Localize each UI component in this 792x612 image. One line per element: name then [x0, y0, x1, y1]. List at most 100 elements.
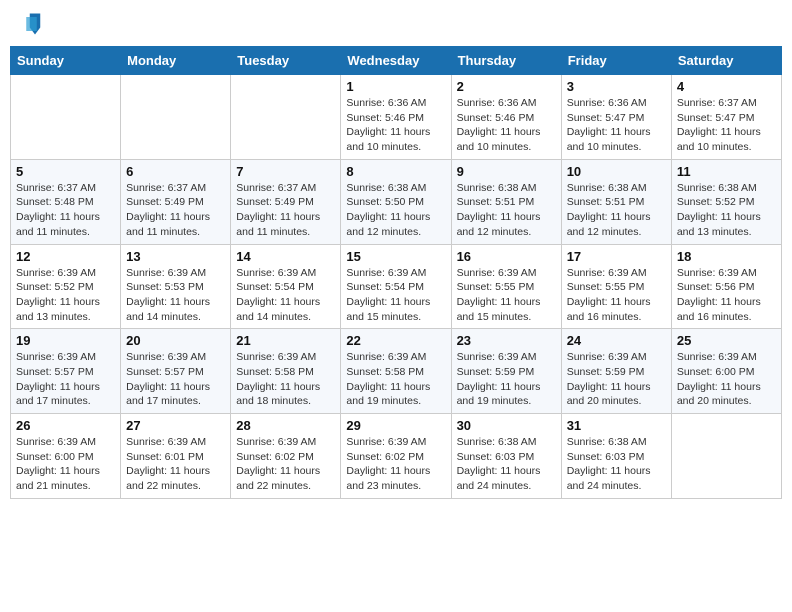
day-info: Sunrise: 6:39 AM Sunset: 5:57 PM Dayligh… — [16, 350, 115, 409]
day-number: 23 — [457, 333, 556, 348]
day-number: 14 — [236, 249, 335, 264]
day-number: 27 — [126, 418, 225, 433]
calendar-cell: 12 Sunrise: 6:39 AM Sunset: 5:52 PM Dayli… — [11, 244, 121, 329]
day-info: Sunrise: 6:37 AM Sunset: 5:49 PM Dayligh… — [236, 181, 335, 240]
day-number: 19 — [16, 333, 115, 348]
day-number: 1 — [346, 79, 445, 94]
day-info: Sunrise: 6:39 AM Sunset: 6:01 PM Dayligh… — [126, 435, 225, 494]
day-number: 9 — [457, 164, 556, 179]
day-number: 26 — [16, 418, 115, 433]
calendar-cell: 26 Sunrise: 6:39 AM Sunset: 6:00 PM Dayli… — [11, 414, 121, 499]
calendar-cell: 17Sunrise: 6:39 AM Sunset: 5:55 PM Dayli… — [561, 244, 671, 329]
day-number: 8 — [346, 164, 445, 179]
day-info: Sunrise: 6:38 AM Sunset: 5:52 PM Dayligh… — [677, 181, 776, 240]
calendar-cell: 23 Sunrise: 6:39 AM Sunset: 5:59 PM Dayli… — [451, 329, 561, 414]
calendar-cell: 10 Sunrise: 6:38 AM Sunset: 5:51 PM Dayli… — [561, 159, 671, 244]
calendar-cell: 29 Sunrise: 6:39 AM Sunset: 6:02 PM Dayli… — [341, 414, 451, 499]
day-info: Sunrise: 6:39 AM Sunset: 5:53 PM Dayligh… — [126, 266, 225, 325]
calendar-week-2: 5 Sunrise: 6:37 AM Sunset: 5:48 PM Daylig… — [11, 159, 782, 244]
day-number: 5 — [16, 164, 115, 179]
calendar-cell: 11 Sunrise: 6:38 AM Sunset: 5:52 PM Dayli… — [671, 159, 781, 244]
day-number: 13 — [126, 249, 225, 264]
day-number: 11 — [677, 164, 776, 179]
day-number: 18 — [677, 249, 776, 264]
day-header-friday: Friday — [561, 47, 671, 75]
day-number: 29 — [346, 418, 445, 433]
day-header-monday: Monday — [121, 47, 231, 75]
day-number: 24 — [567, 333, 666, 348]
day-info: Sunrise: 6:37 AM Sunset: 5:47 PM Dayligh… — [677, 96, 776, 155]
calendar-cell: 1 Sunrise: 6:36 AM Sunset: 5:46 PM Daylig… — [341, 75, 451, 160]
day-header-sunday: Sunday — [11, 47, 121, 75]
day-info: Sunrise: 6:38 AM Sunset: 5:51 PM Dayligh… — [567, 181, 666, 240]
day-info: Sunrise: 6:39 AM Sunset: 5:59 PM Dayligh… — [457, 350, 556, 409]
day-info: Sunrise: 6:39 AM Sunset: 5:57 PM Dayligh… — [126, 350, 225, 409]
day-number: 28 — [236, 418, 335, 433]
day-info: Sunrise: 6:38 AM Sunset: 6:03 PM Dayligh… — [567, 435, 666, 494]
calendar-cell — [11, 75, 121, 160]
calendar-cell — [671, 414, 781, 499]
day-number: 25 — [677, 333, 776, 348]
calendar-header-row: SundayMondayTuesdayWednesdayThursdayFrid… — [11, 47, 782, 75]
day-info: Sunrise: 6:39 AM Sunset: 5:59 PM Dayligh… — [567, 350, 666, 409]
day-info: Sunrise: 6:39 AM Sunset: 5:54 PM Dayligh… — [346, 266, 445, 325]
calendar-cell: 15 Sunrise: 6:39 AM Sunset: 5:54 PM Dayli… — [341, 244, 451, 329]
day-info: Sunrise: 6:39 AM Sunset: 6:02 PM Dayligh… — [346, 435, 445, 494]
day-number: 6 — [126, 164, 225, 179]
day-info: Sunrise: 6:39 AM Sunset: 5:55 PM Dayligh… — [567, 266, 666, 325]
calendar-cell: 8 Sunrise: 6:38 AM Sunset: 5:50 PM Daylig… — [341, 159, 451, 244]
calendar-cell: 25 Sunrise: 6:39 AM Sunset: 6:00 PM Dayli… — [671, 329, 781, 414]
calendar-week-3: 12 Sunrise: 6:39 AM Sunset: 5:52 PM Dayli… — [11, 244, 782, 329]
day-info: Sunrise: 6:39 AM Sunset: 6:00 PM Dayligh… — [677, 350, 776, 409]
day-info: Sunrise: 6:39 AM Sunset: 6:00 PM Dayligh… — [16, 435, 115, 494]
day-number: 3 — [567, 79, 666, 94]
calendar-cell: 30Sunrise: 6:38 AM Sunset: 6:03 PM Dayli… — [451, 414, 561, 499]
day-number: 4 — [677, 79, 776, 94]
calendar-cell: 18 Sunrise: 6:39 AM Sunset: 5:56 PM Dayli… — [671, 244, 781, 329]
calendar-cell: 7Sunrise: 6:37 AM Sunset: 5:49 PM Daylig… — [231, 159, 341, 244]
day-number: 20 — [126, 333, 225, 348]
day-info: Sunrise: 6:38 AM Sunset: 5:51 PM Dayligh… — [457, 181, 556, 240]
day-info: Sunrise: 6:36 AM Sunset: 5:46 PM Dayligh… — [457, 96, 556, 155]
day-info: Sunrise: 6:39 AM Sunset: 5:56 PM Dayligh… — [677, 266, 776, 325]
day-number: 10 — [567, 164, 666, 179]
calendar-cell: 13 Sunrise: 6:39 AM Sunset: 5:53 PM Dayli… — [121, 244, 231, 329]
day-number: 31 — [567, 418, 666, 433]
day-number: 2 — [457, 79, 556, 94]
calendar-cell: 9 Sunrise: 6:38 AM Sunset: 5:51 PM Daylig… — [451, 159, 561, 244]
day-header-wednesday: Wednesday — [341, 47, 451, 75]
calendar-cell: 14 Sunrise: 6:39 AM Sunset: 5:54 PM Dayli… — [231, 244, 341, 329]
day-header-thursday: Thursday — [451, 47, 561, 75]
day-info: Sunrise: 6:39 AM Sunset: 5:54 PM Dayligh… — [236, 266, 335, 325]
day-number: 30 — [457, 418, 556, 433]
calendar-cell: 21Sunrise: 6:39 AM Sunset: 5:58 PM Dayli… — [231, 329, 341, 414]
calendar-cell: 20 Sunrise: 6:39 AM Sunset: 5:57 PM Dayli… — [121, 329, 231, 414]
day-info: Sunrise: 6:37 AM Sunset: 5:49 PM Dayligh… — [126, 181, 225, 240]
day-info: Sunrise: 6:38 AM Sunset: 5:50 PM Dayligh… — [346, 181, 445, 240]
calendar-cell: 28 Sunrise: 6:39 AM Sunset: 6:02 PM Dayli… — [231, 414, 341, 499]
day-number: 12 — [16, 249, 115, 264]
day-info: Sunrise: 6:39 AM Sunset: 6:02 PM Dayligh… — [236, 435, 335, 494]
day-info: Sunrise: 6:39 AM Sunset: 5:52 PM Dayligh… — [16, 266, 115, 325]
day-info: Sunrise: 6:37 AM Sunset: 5:48 PM Dayligh… — [16, 181, 115, 240]
day-info: Sunrise: 6:36 AM Sunset: 5:47 PM Dayligh… — [567, 96, 666, 155]
day-info: Sunrise: 6:39 AM Sunset: 5:55 PM Dayligh… — [457, 266, 556, 325]
day-number: 22 — [346, 333, 445, 348]
page-header — [10, 10, 782, 38]
day-info: Sunrise: 6:39 AM Sunset: 5:58 PM Dayligh… — [346, 350, 445, 409]
calendar-cell: 27 Sunrise: 6:39 AM Sunset: 6:01 PM Dayli… — [121, 414, 231, 499]
calendar-cell: 31 Sunrise: 6:38 AM Sunset: 6:03 PM Dayli… — [561, 414, 671, 499]
calendar-cell: 22 Sunrise: 6:39 AM Sunset: 5:58 PM Dayli… — [341, 329, 451, 414]
logo-icon — [14, 10, 42, 38]
day-header-saturday: Saturday — [671, 47, 781, 75]
calendar-cell — [231, 75, 341, 160]
calendar-cell: 6 Sunrise: 6:37 AM Sunset: 5:49 PM Daylig… — [121, 159, 231, 244]
calendar-cell: 19 Sunrise: 6:39 AM Sunset: 5:57 PM Dayli… — [11, 329, 121, 414]
calendar-week-1: 1 Sunrise: 6:36 AM Sunset: 5:46 PM Daylig… — [11, 75, 782, 160]
calendar-week-5: 26 Sunrise: 6:39 AM Sunset: 6:00 PM Dayli… — [11, 414, 782, 499]
day-number: 15 — [346, 249, 445, 264]
calendar-cell: 2 Sunrise: 6:36 AM Sunset: 5:46 PM Daylig… — [451, 75, 561, 160]
day-info: Sunrise: 6:36 AM Sunset: 5:46 PM Dayligh… — [346, 96, 445, 155]
calendar-table: SundayMondayTuesdayWednesdayThursdayFrid… — [10, 46, 782, 499]
calendar-cell: 3 Sunrise: 6:36 AM Sunset: 5:47 PM Daylig… — [561, 75, 671, 160]
